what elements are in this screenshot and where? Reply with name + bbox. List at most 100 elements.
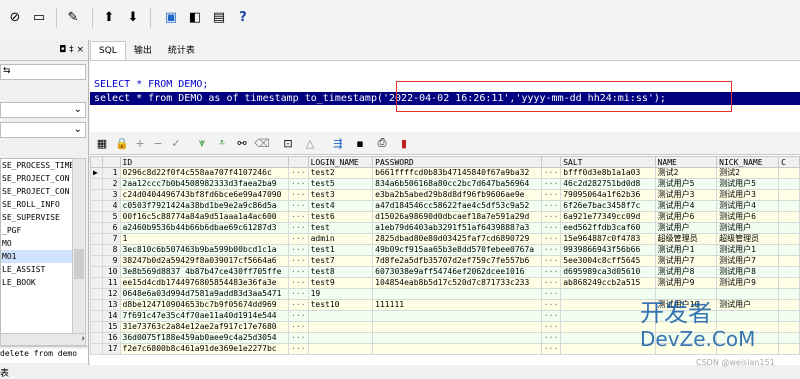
table-row[interactable]: 8 3ec810c6b507463b9ba599b00bcd1c1a ··· test… (90, 244, 800, 256)
cell-login-name[interactable] (307, 332, 374, 344)
cell-id[interactable]: 0648e6a03d994d7581a9add83d3aa5471 (119, 288, 290, 300)
cell-extra[interactable] (778, 211, 800, 223)
row-pointer[interactable] (90, 343, 104, 355)
rollback-icon[interactable]: ⬇ (122, 6, 144, 28)
row-pointer[interactable] (90, 332, 104, 344)
cell-ellipsis[interactable]: ··· (288, 233, 309, 245)
row-pointer[interactable] (90, 244, 104, 256)
header-login-name[interactable]: LOGIN_NAME (307, 156, 374, 168)
table-row[interactable]: 11 ee15d4cdb1744976805854483e36fa3e ··· tes… (90, 277, 800, 289)
row-number[interactable]: 6 (102, 222, 121, 234)
cell-id[interactable]: 38247b0d2a59429f8a039017cf5664a6 (119, 255, 290, 267)
cell-ellipsis[interactable]: ··· (540, 321, 562, 333)
row-number[interactable]: 2 (102, 178, 121, 190)
cell-password[interactable]: d15026a98690d0dbcaef18a7e591a29d (372, 211, 542, 223)
cell-salt[interactable]: 5ee3004c8cff5645 (560, 255, 656, 267)
object-list-item[interactable]: SE_ROLL_INFO (1, 198, 73, 211)
cell-password[interactable] (372, 310, 542, 322)
cell-login-name[interactable]: 19 (307, 288, 374, 300)
row-number[interactable]: 3 (102, 189, 121, 201)
row-pointer[interactable] (90, 222, 104, 234)
row-pointer[interactable] (90, 277, 104, 289)
cell-salt[interactable]: bfff0d3e8b1a1a03 (560, 167, 656, 179)
cell-id[interactable]: 00f16c5c88774a84a9d51aaa1a4ac600 (119, 211, 290, 223)
object-list[interactable]: SE_PROCESS_TIME SE_PROJECT_CON SE_PROJECT_… (0, 158, 74, 335)
table-row[interactable]: 9 38247b0d2a59429f8a039017cf5664a6 ··· test… (90, 255, 800, 267)
cell-name[interactable]: 测试用户3 (654, 189, 718, 201)
cell-ellipsis[interactable]: ··· (288, 310, 309, 322)
cell-salt[interactable]: 79095064a1f62b36 (560, 189, 656, 201)
cell-ellipsis[interactable]: ··· (540, 343, 562, 355)
row-pointer[interactable] (90, 288, 104, 300)
cell-name[interactable] (654, 288, 718, 300)
header-id[interactable]: ID (119, 156, 290, 168)
cell-password[interactable]: a1eb79d6403ab3291f51af6439888?a3 (372, 222, 542, 234)
clear-icon[interactable]: ⌫ (254, 135, 270, 151)
cell-ellipsis[interactable]: ··· (288, 299, 309, 311)
table-row[interactable]: 10 3e8b569d8837 4b87b47ce430ff705ffe ··· te… (90, 266, 800, 278)
cell-login-name[interactable]: test1 (307, 244, 374, 256)
cell-nick-name[interactable]: 测试用户7 (716, 255, 780, 267)
row-number[interactable]: 10 (102, 266, 121, 278)
cell-password[interactable]: e3ba2b5abed29b8d8df96fb9606ae9e (372, 189, 542, 201)
chart-icon[interactable]: ▮ (396, 135, 412, 151)
filter-icon[interactable]: △ (302, 135, 318, 151)
disabled-icon[interactable]: ⊘ (4, 6, 26, 28)
cell-ellipsis[interactable]: ··· (540, 277, 562, 289)
cell-extra[interactable] (778, 288, 800, 300)
object-list-item[interactable]: SE_PROJECT_CON (1, 172, 73, 185)
cell-ellipsis[interactable]: ··· (540, 222, 562, 234)
cell-ellipsis[interactable]: ··· (540, 211, 562, 223)
cell-extra[interactable] (778, 299, 800, 311)
cell-extra[interactable] (778, 233, 800, 245)
type-dropdown[interactable]: ⌄ (0, 122, 86, 138)
filter-dropdown[interactable]: ⌄ (0, 102, 86, 118)
help-icon[interactable]: ? (232, 6, 254, 28)
cell-id[interactable]: c24d0404496743bf8fd6bce6e99a47090 (119, 189, 290, 201)
cell-ellipsis[interactable]: ··· (288, 244, 309, 256)
cell-extra[interactable] (778, 200, 800, 212)
cell-ellipsis[interactable]: ··· (288, 211, 309, 223)
save-icon[interactable]: ▭ (28, 6, 50, 28)
tab-sql[interactable]: SQL (90, 41, 126, 60)
cell-id[interactable]: 0296c8d22f0f4c558aa707f4107246c (119, 167, 290, 179)
cell-extra[interactable] (778, 244, 800, 256)
cell-extra[interactable] (778, 343, 800, 355)
cell-nick-name[interactable]: 测试用户9 (716, 277, 780, 289)
row-number[interactable]: 5 (102, 211, 121, 223)
object-list-item[interactable]: MO (1, 237, 73, 250)
cell-login-name[interactable]: test3 (307, 189, 374, 201)
cell-id[interactable]: 3e8b569d8837 4b87b47ce430ff705ffe (119, 266, 290, 278)
cell-password[interactable] (372, 343, 542, 355)
cell-name[interactable]: 测试用户5 (654, 178, 718, 190)
cell-ellipsis[interactable]: ··· (288, 332, 309, 344)
lock-icon[interactable]: 🔒 (114, 135, 130, 151)
cell-password[interactable]: a47d184546cc58622fae4c5df53c9a52 (372, 200, 542, 212)
row-number[interactable]: 1 (102, 167, 121, 179)
cell-login-name[interactable]: test7 (307, 255, 374, 267)
cell-nick-name[interactable]: 测试用户3 (716, 189, 780, 201)
cell-salt[interactable]: d695989ca3d05610 (560, 266, 656, 278)
table-row[interactable]: 12 0648e6a03d994d7581a9add83d3aa5471 ··· 19… (90, 288, 800, 300)
fetch-next-icon[interactable]: ⩔ (194, 135, 210, 151)
cell-ellipsis[interactable]: ··· (288, 255, 309, 267)
cell-salt[interactable]: 6a921e77349cc09d (560, 211, 656, 223)
cell-ellipsis[interactable]: ··· (540, 200, 562, 212)
cell-password[interactable]: 6073038e9aff54746ef2062dcee1016 (372, 266, 542, 278)
row-number[interactable]: 13 (102, 299, 121, 311)
cell-password[interactable]: 2825dbad80e80d03425faf7cd6890729 (372, 233, 542, 245)
pencil-icon[interactable]: ✎ (62, 6, 84, 28)
cell-password[interactable] (372, 332, 542, 344)
object-list-item[interactable]: LE_BOOK (1, 276, 73, 289)
row-number[interactable]: 7 (102, 233, 121, 245)
cell-salt[interactable]: 15e964887c0f4783 (560, 233, 656, 245)
row-number[interactable]: 8 (102, 244, 121, 256)
cell-ellipsis[interactable]: ··· (288, 277, 309, 289)
cell-name[interactable]: 测试用户6 (654, 211, 718, 223)
cell-ellipsis[interactable]: ··· (288, 343, 309, 355)
cell-ellipsis[interactable]: ··· (288, 200, 309, 212)
cell-password[interactable] (372, 288, 542, 300)
commit-icon[interactable]: ⬆ (98, 6, 120, 28)
find-icon[interactable]: ⚯ (234, 135, 250, 151)
row-number[interactable]: 15 (102, 321, 121, 333)
